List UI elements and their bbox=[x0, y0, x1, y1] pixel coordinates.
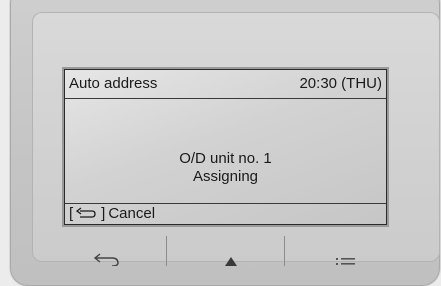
bracket-open: [ bbox=[69, 205, 74, 222]
menu-button[interactable] bbox=[300, 236, 420, 266]
cancel-label: Cancel bbox=[108, 205, 156, 222]
button-divider bbox=[166, 236, 167, 266]
screen-title-bar: Auto address 20:30 (THU) bbox=[65, 70, 386, 99]
return-icon bbox=[46, 253, 166, 270]
return-button[interactable] bbox=[46, 236, 166, 267]
clock-display: 20:30 (THU) bbox=[299, 75, 382, 92]
bracket-close: ] bbox=[101, 205, 106, 222]
up-triangle-icon bbox=[176, 253, 276, 270]
return-arrow-icon bbox=[76, 206, 98, 221]
menu-list-icon bbox=[300, 253, 400, 270]
up-button[interactable] bbox=[176, 236, 296, 266]
screen-footer: [ ] Cancel bbox=[65, 203, 386, 224]
message-line-status: Assigning bbox=[192, 168, 259, 185]
screen-title: Auto address bbox=[69, 75, 158, 92]
cancel-hint: [ ] Cancel bbox=[69, 205, 155, 222]
lcd-screen: Auto address 20:30 (THU) O/D unit no. 1 … bbox=[64, 69, 387, 225]
status-message: O/D unit no. 1 Assigning bbox=[65, 150, 386, 186]
message-line-unit: O/D unit no. 1 bbox=[179, 150, 272, 167]
